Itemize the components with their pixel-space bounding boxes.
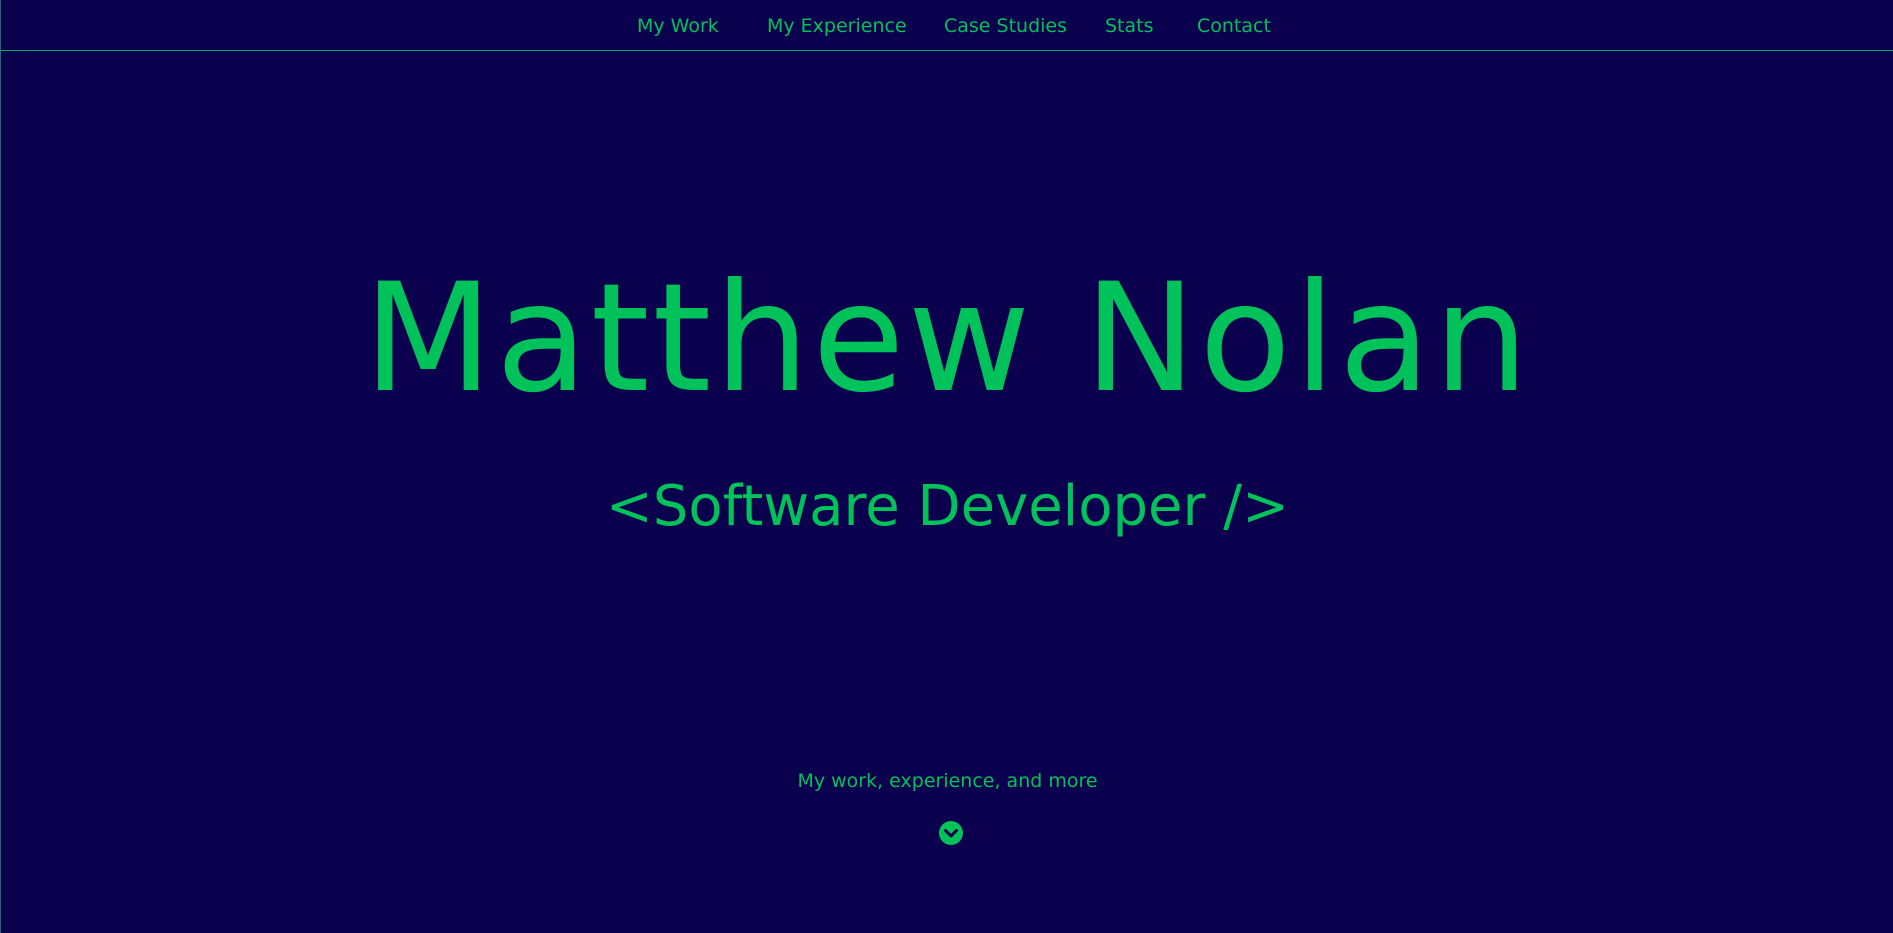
nav-link-my-work[interactable]: My Work — [637, 13, 719, 39]
nav-link-case-studies[interactable]: Case Studies — [944, 13, 1067, 39]
hero-role: <Software Developer /> — [605, 474, 1290, 539]
nav-link-my-experience[interactable]: My Experience — [767, 13, 907, 39]
nav-link-stats[interactable]: Stats — [1105, 13, 1154, 39]
nav-link-contact[interactable]: Contact — [1197, 13, 1271, 39]
chevron-down-circle-icon[interactable] — [938, 820, 964, 846]
hero-name: Matthew Nolan — [363, 252, 1532, 426]
scroll-prompt-text[interactable]: My work, experience, and more — [1, 768, 1893, 794]
top-navigation: My Work My Experience Case Studies Stats… — [1, 0, 1893, 51]
